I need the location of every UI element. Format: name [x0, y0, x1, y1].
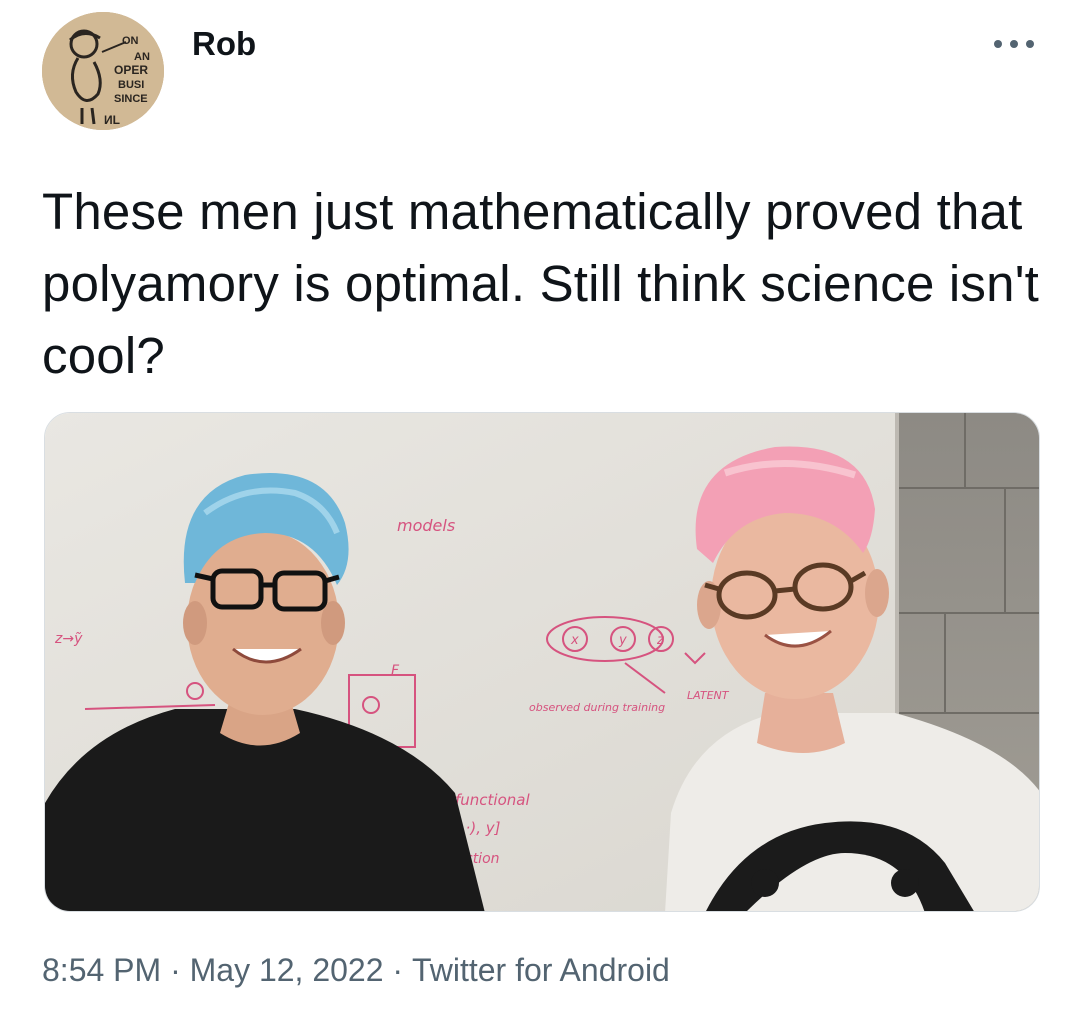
wb-node-x: x	[570, 633, 579, 648]
meta-separator-2: ·	[383, 952, 412, 988]
more-horizontal-icon	[994, 40, 1034, 48]
more-options-button[interactable]	[990, 24, 1038, 64]
photo-two-men-whiteboard: models z→ỹ observed during training LATE…	[45, 413, 1039, 911]
wb-node-y: y	[618, 633, 627, 648]
svg-text:ИL: ИL	[104, 113, 120, 127]
tweet-time[interactable]: 8:54 PM	[42, 952, 161, 989]
wb-node-z: z	[656, 633, 665, 648]
wb-functional: functional	[455, 791, 530, 809]
avatar-mascot-sign-icon: ON AN OPER BUSI SINCE ИL	[42, 12, 164, 130]
tweet-card: ON AN OPER BUSI SINCE ИL Rob These men j…	[0, 0, 1080, 1018]
wb-latent: LATENT	[687, 689, 730, 702]
tweet-source[interactable]: Twitter for Android	[412, 952, 670, 989]
svg-text:SINCE: SINCE	[114, 93, 148, 105]
tweet-text: These men just mathematically proved tha…	[42, 183, 1040, 384]
avatar[interactable]: ON AN OPER BUSI SINCE ИL	[42, 12, 164, 130]
tweet-meta: 8:54 PM · May 12, 2022 · Twitter for And…	[42, 952, 670, 989]
tweet-date[interactable]: May 12, 2022	[190, 952, 384, 989]
meta-separator: ·	[161, 952, 190, 988]
svg-text:BUSI: BUSI	[118, 79, 144, 91]
wb-letter-f: F	[391, 663, 400, 679]
author-handle[interactable]	[192, 70, 222, 104]
wb-models: models	[397, 516, 455, 535]
author-name[interactable]: Rob	[192, 25, 256, 63]
tweet-photo[interactable]: models z→ỹ observed during training LATE…	[44, 412, 1040, 912]
wb-observed: observed during training	[529, 701, 665, 714]
svg-text:AN: AN	[134, 51, 150, 63]
svg-text:ON: ON	[122, 35, 139, 47]
wb-zy: z→ỹ	[54, 631, 83, 647]
svg-text:OPER: OPER	[114, 63, 148, 77]
